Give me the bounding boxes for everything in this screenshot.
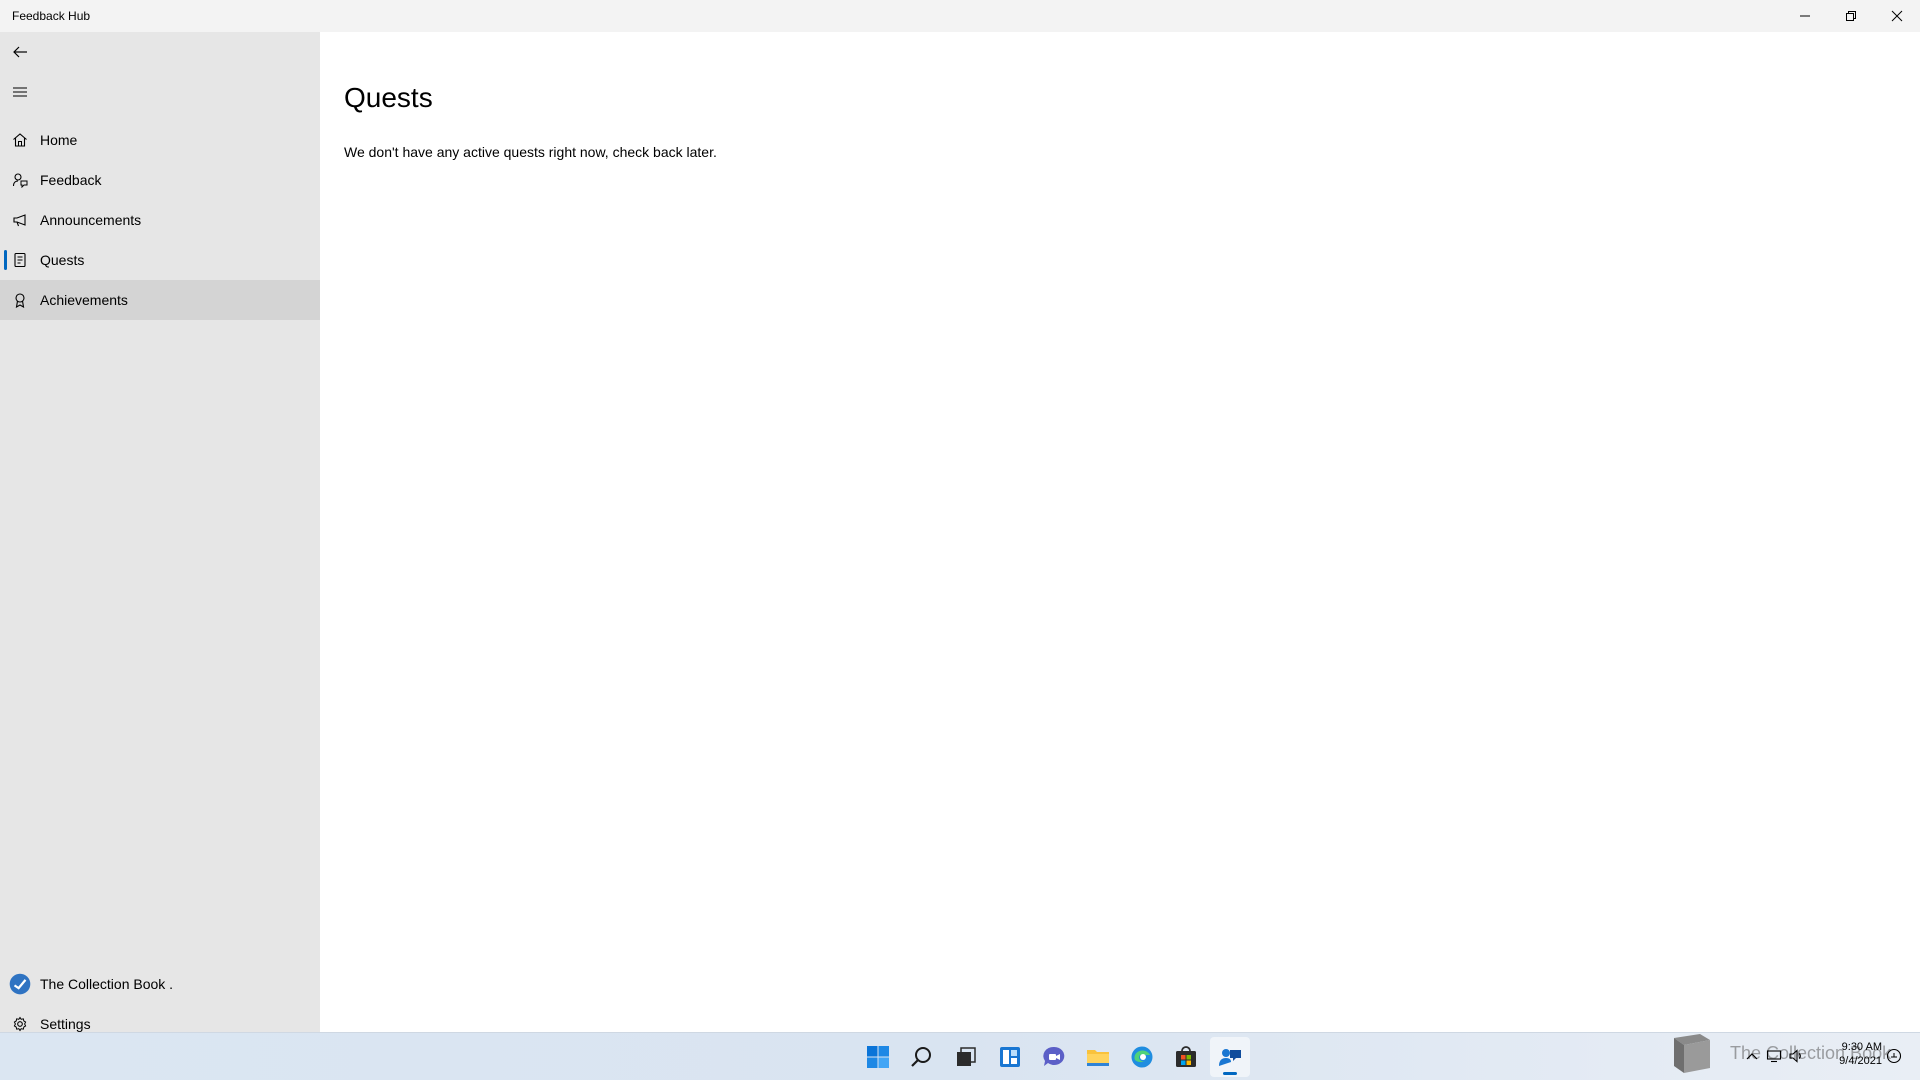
selection-indicator [4, 250, 7, 270]
hamburger-icon [13, 87, 27, 97]
search-button[interactable] [902, 1037, 942, 1077]
avatar [0, 964, 40, 1004]
edge-button[interactable] [1122, 1037, 1162, 1077]
chat-icon [1043, 1046, 1065, 1066]
sidebar-item-feedback[interactable]: Feedback [0, 160, 320, 200]
start-icon [867, 1046, 889, 1068]
empty-state-message: We don't have any active quests right no… [344, 144, 717, 160]
feedback-hub-button[interactable] [1210, 1037, 1250, 1077]
main-content: Quests We don't have any active quests r… [320, 32, 1920, 1032]
chat-button[interactable] [1034, 1037, 1074, 1077]
sidebar-item-label: Quests [40, 252, 85, 268]
sidebar-item-label: Home [40, 132, 78, 148]
search-icon [911, 1047, 931, 1067]
start-button[interactable] [858, 1037, 898, 1077]
megaphone-icon [0, 200, 40, 240]
feedback-hub-icon [1219, 1049, 1241, 1066]
task-view-button[interactable] [946, 1037, 986, 1077]
window-controls [1782, 0, 1920, 32]
sidebar-item-label: Announcements [40, 212, 142, 228]
widgets-icon [1000, 1047, 1020, 1067]
close-icon [1891, 10, 1903, 22]
notification-icon[interactable] [1886, 1048, 1902, 1064]
clock-time: 9:30 AM [1841, 1041, 1882, 1053]
back-arrow-icon [13, 46, 27, 58]
account-item[interactable]: The Collection Book . [0, 964, 320, 1004]
sidebar: Home Feedback Announcements Quests Achie… [0, 32, 320, 1032]
sidebar-item-label: Feedback [40, 172, 102, 188]
clock[interactable]: 9:30 AM 9/4/2021 [1826, 1040, 1882, 1068]
chevron-up-icon[interactable] [1744, 1048, 1760, 1064]
app-title: Feedback Hub [12, 9, 91, 23]
sidebar-item-label: Settings [40, 1016, 91, 1032]
page-title: Quests [344, 82, 433, 113]
file-explorer-icon [1087, 1050, 1109, 1066]
minimize-button[interactable] [1782, 0, 1828, 32]
file-explorer-button[interactable] [1078, 1037, 1118, 1077]
account-name: The Collection Book . [40, 976, 174, 992]
sidebar-item-achievements[interactable]: Achievements [0, 280, 320, 320]
sidebar-item-home[interactable]: Home [0, 120, 320, 160]
system-tray [1744, 1048, 1810, 1064]
home-icon [0, 120, 40, 160]
restore-button[interactable] [1828, 0, 1874, 32]
title-bar: Feedback Hub [0, 0, 1920, 32]
store-icon [1176, 1046, 1196, 1067]
widgets-button[interactable] [990, 1037, 1030, 1077]
network-icon[interactable] [1766, 1048, 1782, 1064]
medal-icon [0, 280, 40, 320]
sidebar-item-label: Achievements [40, 292, 128, 308]
taskbar-apps [858, 1037, 1254, 1077]
feedback-icon [0, 160, 40, 200]
task-view-icon [957, 1047, 976, 1066]
menu-button[interactable] [0, 72, 40, 112]
minimize-icon [1800, 15, 1810, 17]
store-button[interactable] [1166, 1037, 1206, 1077]
taskbar [0, 1032, 1920, 1080]
clock-date: 9/4/2021 [1839, 1055, 1882, 1067]
sidebar-item-announcements[interactable]: Announcements [0, 200, 320, 240]
volume-icon[interactable] [1788, 1048, 1804, 1064]
restore-icon [1846, 11, 1856, 21]
close-button[interactable] [1874, 0, 1920, 32]
edge-icon [1131, 1046, 1153, 1068]
back-button[interactable] [0, 32, 40, 72]
sidebar-item-quests[interactable]: Quests [0, 240, 320, 280]
